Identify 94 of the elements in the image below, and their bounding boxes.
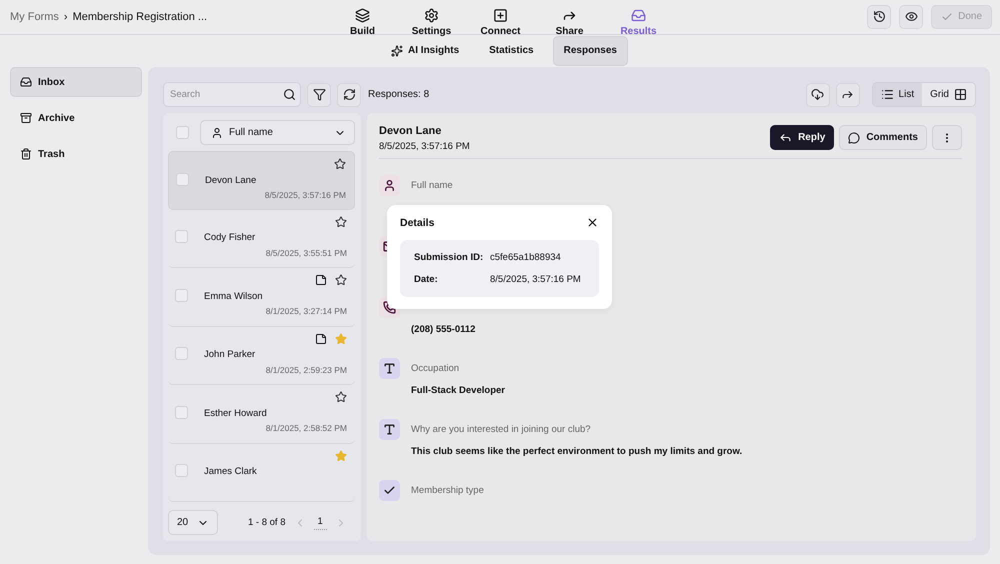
close-button[interactable] [586,216,599,229]
popup-title: Details [400,216,434,228]
column-select[interactable]: Full name [200,120,355,145]
row-checkbox[interactable] [176,172,189,186]
sidebar-item[interactable]: Archive [10,103,142,133]
text-icon [379,358,400,379]
response-date: 8/5/2025, 3:57:16 PM [264,190,346,200]
filter-button[interactable] [307,82,331,106]
respondent-name: John Parker [204,349,256,360]
sidebar-item[interactable]: Trash [10,139,142,169]
trash-icon [20,148,32,160]
search-icon [283,88,296,101]
respondent-name: James Clark [204,466,258,477]
star-icon[interactable] [335,391,347,403]
inbox-icon [20,76,32,88]
respondent-name: Devon Lane [379,125,442,137]
response-date: 8/1/2025, 3:27:14 PM [266,306,347,316]
history-icon [872,10,886,24]
respondent-name: Emma Wilson [204,290,264,302]
row-checkbox[interactable] [175,347,188,360]
text-icon [379,419,400,440]
field-label: Membership type [411,485,485,496]
star-icon[interactable] [335,450,347,462]
refresh-button[interactable] [337,82,361,106]
person-icon [211,126,223,138]
breadcrumb-link[interactable]: My Forms [10,10,59,23]
checkmark-icon [941,10,954,23]
reply-button[interactable]: Reply [770,125,834,150]
page-number[interactable]: 1 [314,516,327,530]
respondent-name: Esther Howard [204,408,268,418]
star-icon[interactable] [334,158,346,170]
sidebar-item[interactable]: Inbox [10,67,142,97]
list-icon [880,88,894,101]
response-item[interactable]: Emma Wilson 8/1/2025, 3:27:14 PM [168,268,355,326]
response-item[interactable]: Devon Lane 8/5/2025, 3:57:16 PM [168,151,355,210]
row-checkbox[interactable] [175,406,188,418]
sub-tab[interactable]: Responses [552,36,628,66]
detail-label: Submission ID: [414,252,484,263]
history-button[interactable] [867,4,892,29]
response-date: 8/5/2025, 3:55:51 PM [266,248,347,258]
response-date: 8/1/2025, 2:59:23 PM [266,364,347,374]
row-checkbox[interactable] [175,288,188,302]
star-icon[interactable] [335,274,347,286]
row-checkbox[interactable] [175,464,188,477]
share-arrow-icon [841,88,854,101]
detail-value: c5fe65a1b88934 [490,252,562,263]
checkmark-icon [379,480,400,501]
breadcrumb-separator: › [64,10,68,23]
preview-button[interactable] [899,4,924,29]
filter-icon [312,88,326,101]
eye-icon [904,10,918,24]
page-range: 1 - 8 of 8 [248,517,286,528]
response-date: 8/1/2025, 2:58:52 PM [266,423,347,433]
layers-icon [355,8,370,22]
field-label: Why are you interested in joining our club? [411,424,592,435]
more-button[interactable] [932,125,962,150]
settings-icon [424,8,439,22]
breadcrumb-current: Membership Registration ... [72,10,208,23]
view-toggle-button[interactable]: List [872,83,922,106]
response-item[interactable]: Cody Fisher 8/5/2025, 3:55:51 PM [168,210,355,268]
response-item[interactable]: James Clark [168,444,355,502]
field-label: Occupation [411,363,460,374]
search-field[interactable]: Search [163,82,301,107]
page-size-select[interactable]: 20 [168,510,218,535]
grid-plus-icon [493,8,508,22]
response-date: 8/5/2025, 3:57:16 PM [379,141,470,152]
archive-icon [20,112,32,124]
row-checkbox[interactable] [175,230,188,243]
response-count: Responses: 8 [368,89,430,100]
inbox-icon [631,8,646,22]
share-button[interactable] [836,82,860,106]
sparkle-icon [391,44,404,57]
select-all-checkbox[interactable] [176,126,189,139]
respondent-name: Cody Fisher [204,232,256,243]
response-item[interactable]: Esther Howard 8/1/2025, 2:58:52 PM [168,385,355,444]
reply-arrow-icon [779,131,792,144]
respondent-name: Devon Lane [205,174,258,186]
star-icon[interactable] [335,332,347,344]
person-icon [379,175,400,196]
field-value: This club seems like the perfect environment to push my limits and grow. [411,446,744,458]
field-value: Full-Stack Developer [411,385,506,397]
grid-icon [954,88,967,101]
field-label: Full name [411,180,454,191]
star-icon[interactable] [335,216,347,228]
download-button[interactable] [806,82,830,106]
comments-button[interactable]: Comments [839,125,927,150]
detail-label: Date: [414,274,439,285]
view-toggle-button[interactable]: Grid [922,83,975,106]
response-item[interactable]: John Parker 8/1/2025, 2:59:23 PM [168,326,355,385]
detail-value: 8/5/2025, 3:57:16 PM [490,274,582,285]
refresh-icon [342,88,356,101]
cloud-download-icon [811,88,824,101]
speech-bubble-icon [848,132,860,144]
field-value: (208) 555-0112 [411,324,476,336]
